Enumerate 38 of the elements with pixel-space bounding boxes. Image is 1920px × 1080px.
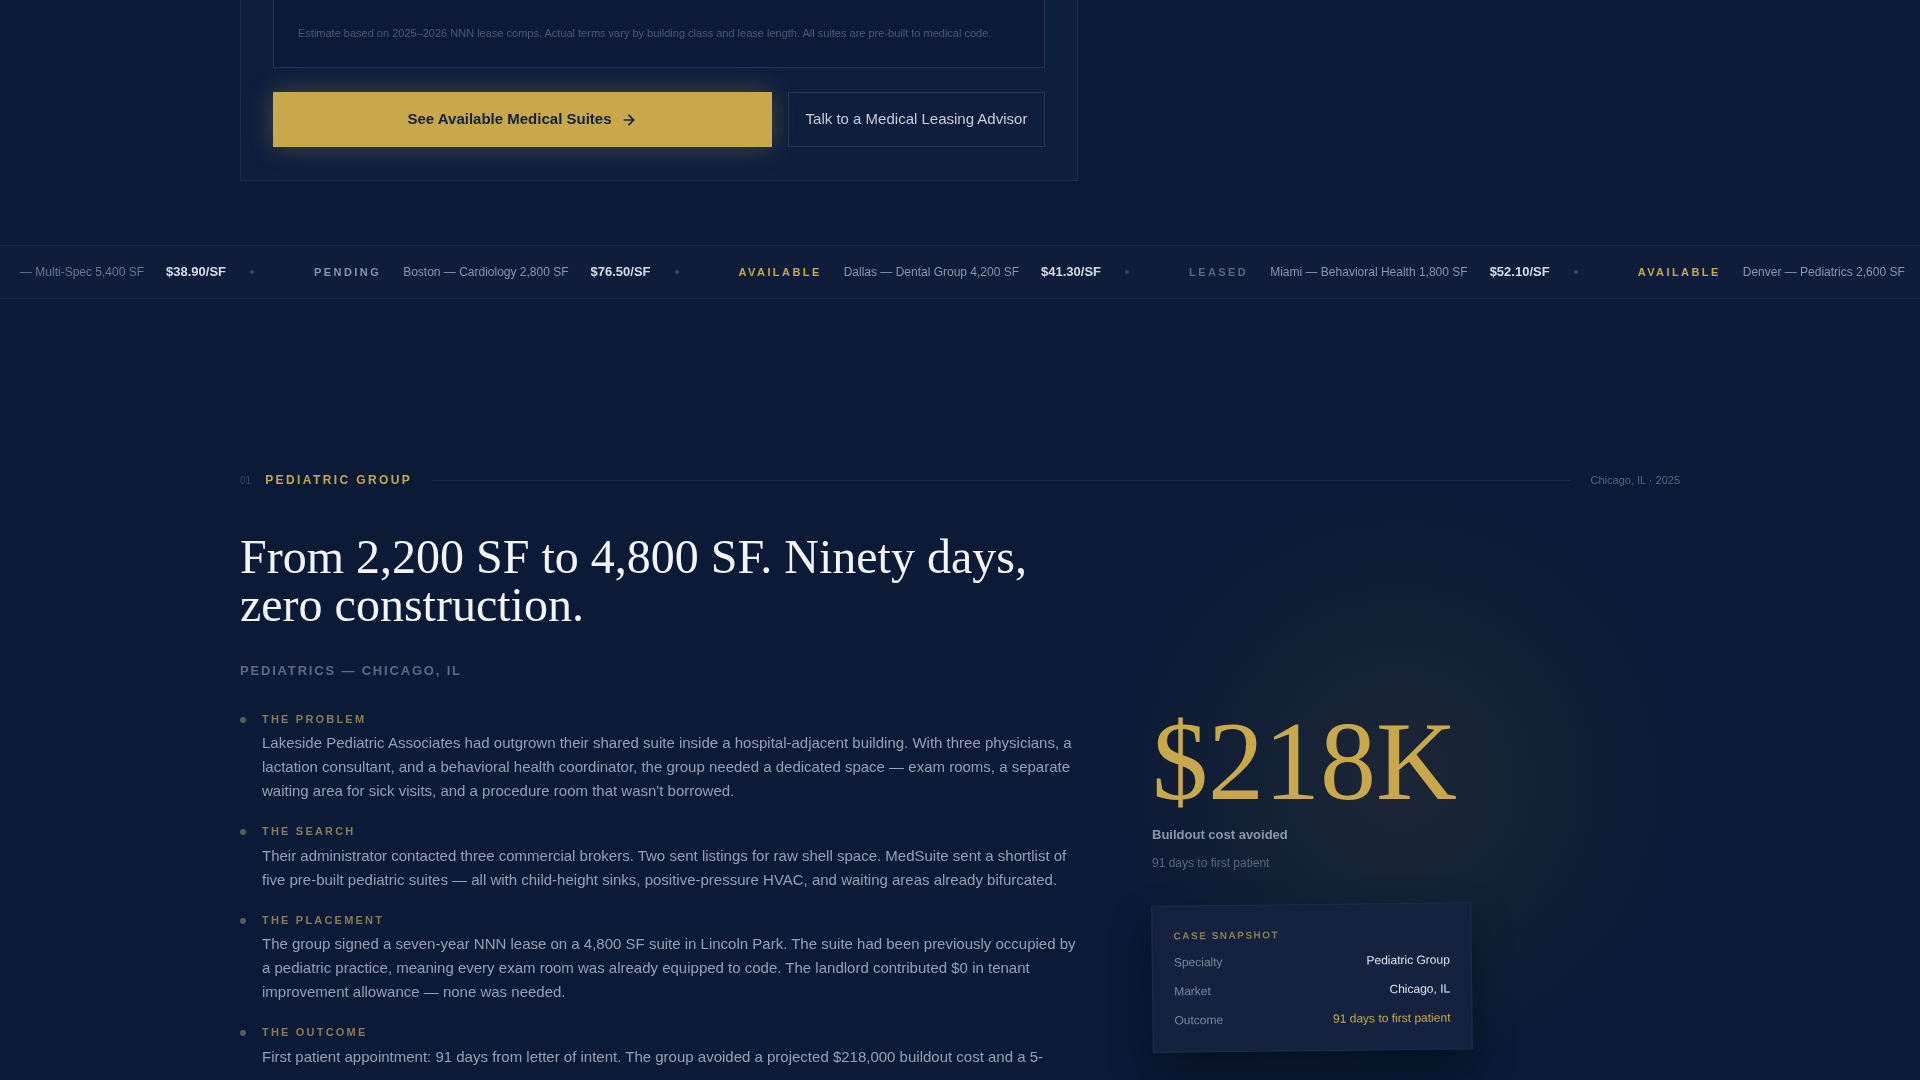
snapshot-key: Specialty	[1173, 952, 1223, 971]
listing-text: — Multi-Spec 5,400 SF	[20, 264, 145, 281]
location-year: Chicago, IL · 2025	[1590, 472, 1680, 488]
snapshot-title: CASE SNAPSHOT	[1173, 927, 1281, 943]
snapshot-value: Pediatric Group	[1366, 951, 1450, 969]
snapshot-key: Market	[1174, 981, 1211, 1000]
step-text: First patient appointment: 91 days from letter of intent. The group avoided a projected $218,000 buildout cost and a 5-	[262, 1046, 1044, 1067]
status-label: AVAILABLE	[1637, 264, 1721, 280]
step-title: THE OUTCOME	[262, 1025, 369, 1040]
listing-text: Denver — Pediatrics 2,600 SF	[1742, 264, 1905, 281]
step-text: Their administrator contacted three commercial brokers. Two sent listings for raw shell space. MedSuite sent a shortlist of five pre-built pediatric suites — all with child-height sinks, positive-pressure HVAC, and waiting areas already bifurcated.	[262, 845, 1068, 890]
snapshot-key: Outcome	[1174, 1010, 1224, 1029]
leasing-advisor-button[interactable]: Talk to a Medical Leasing Advisor	[788, 92, 1045, 147]
stat-value: $218K	[1152, 705, 1458, 817]
step-title: THE PROBLEM	[262, 711, 368, 727]
listing-text: Miami — Behavioral Health 1,800 SF	[1270, 264, 1468, 281]
listing-text: Boston — Cardiology 2,800 SF	[403, 264, 569, 281]
status-label: LEASED	[1189, 264, 1249, 280]
case-label: PEDIATRIC GROUP	[265, 472, 413, 489]
price-text: $76.50/SF	[590, 263, 651, 282]
case-subtitle: PEDIATRICS — CHICAGO, IL	[240, 662, 463, 680]
step-text: Lakeside Pediatric Associates had outgrown their shared suite inside a hospital-adjacent building. With three physicians, a lactation consultant, and a behavioral health coordinator, the group needed a dedicated space — exam rooms, a separate waiting area for sick visits, and a procedure room that wasn't borrowed.	[262, 733, 1073, 801]
status-label: PENDING	[314, 264, 382, 280]
step-title: THE PLACEMENT	[262, 912, 386, 928]
status-label: AVAILABLE	[738, 264, 822, 280]
price-text: $38.90/SF	[166, 263, 227, 282]
price-text: $52.10/SF	[1489, 263, 1550, 282]
listing-text: Dallas — Dental Group 4,200 SF	[843, 264, 1020, 281]
stat-label: Buildout cost avoided	[1152, 826, 1289, 844]
snapshot-value: 91 days to first patient	[1332, 1009, 1451, 1028]
step-text: The group signed a seven-year NNN lease on a 4,800 SF suite in Lincoln Park. The suite had been previously occupied by a pediatric practice, meaning every exam room was already equipped to code. The landlord contributed $0 in tenant improvement allowance — none was needed.	[262, 934, 1077, 1002]
snapshot-value: Chicago, IL	[1389, 980, 1451, 998]
see-suites-button[interactable]: See Available Medical Suites	[273, 92, 772, 147]
step-title: THE SEARCH	[262, 824, 357, 839]
price-text: $41.30/SF	[1041, 263, 1102, 282]
estimate-note: Estimate based on 2025–2026 NNN lease comps. Actual terms vary by building class and lease length. All suites are pre-built to medical code.	[298, 25, 992, 41]
case-headline: From 2,200 SF to 4,800 SF. Ninety days, zero construction.	[240, 533, 1028, 629]
stat-subtext: 91 days to first patient	[1152, 854, 1271, 872]
